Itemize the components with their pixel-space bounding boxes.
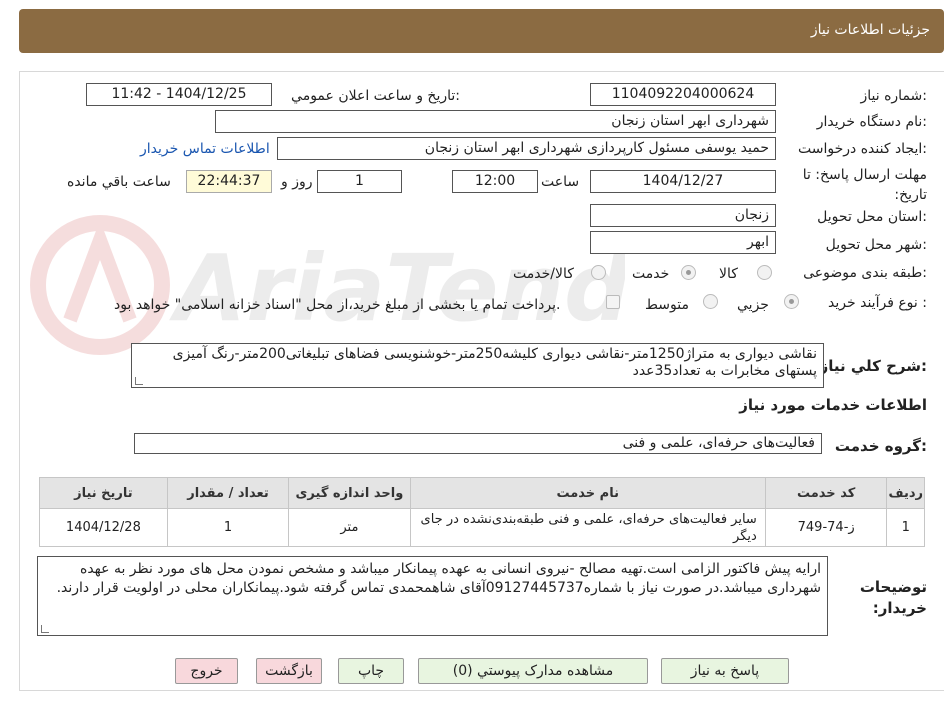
- process-option-minor-label: جزيي: [737, 297, 769, 313]
- services-table-header: رديف کد خدمت نام خدمت واحد اندازه گيری ت…: [39, 477, 925, 509]
- announce-label: تاریخ و ساعت اعلان عمومي:: [291, 88, 460, 104]
- col-service-code: کد خدمت: [764, 477, 888, 509]
- cell-need-date: 1404/12/28: [39, 508, 168, 547]
- need-number-field: 1104092204000624: [590, 83, 776, 106]
- services-table: رديف کد خدمت نام خدمت واحد اندازه گيری ت…: [39, 477, 925, 547]
- exit-button[interactable]: خروج: [175, 658, 238, 684]
- remaining-days-field: 1: [317, 170, 402, 193]
- buyer-notes-textarea[interactable]: ارایه پیش فاکتور الزامی است.تهیه مصالح -…: [37, 556, 828, 636]
- city-field: ابهر: [590, 231, 776, 254]
- col-row-number: رديف: [886, 477, 925, 509]
- process-option-medium-label: متوسط: [645, 297, 689, 313]
- process-minor-radio[interactable]: [784, 294, 799, 309]
- col-unit: واحد اندازه گيری: [288, 477, 411, 509]
- buyer-org-label: نام دستگاه خريدار:: [816, 114, 927, 130]
- category-both-radio[interactable]: [591, 265, 606, 280]
- treasury-payment-note: پرداخت تمام یا بخشی از مبلغ خرید،از محل …: [114, 297, 561, 313]
- remaining-time-label: ساعت باقي مانده: [67, 174, 171, 190]
- services-section-title: اطلاعات خدمات مورد نياز: [739, 396, 927, 414]
- category-option-service-label: خدمت: [632, 266, 670, 282]
- days-label: روز و: [281, 174, 313, 190]
- summary-label: شرح كلي نياز:: [819, 357, 927, 375]
- cell-service-name: سایر فعالیت‌های حرفه‌ای، علمی و فنی طبقه…: [409, 508, 766, 547]
- col-service-name: نام خدمت: [409, 477, 766, 509]
- requester-field: حمید یوسفی مسئول کارپردازی شهرداری ابهر …: [277, 137, 776, 160]
- category-label: طبقه بندی موضوعی:: [803, 265, 927, 281]
- category-goods-radio[interactable]: [757, 265, 772, 280]
- deadline-time-field: 12:00: [452, 170, 538, 193]
- deadline-label: مهلت ارسال پاسخ: تا تاريخ:: [802, 167, 927, 203]
- cell-row-number: 1: [886, 508, 925, 547]
- category-service-radio[interactable]: [681, 265, 696, 280]
- print-button[interactable]: چاپ: [338, 658, 404, 684]
- summary-text: نقاشی دیواری به متراژ1250متر-نقاشی دیوار…: [172, 346, 817, 379]
- category-option-goods-label: کالا: [719, 266, 738, 282]
- remaining-time-field: 22:44:37: [186, 170, 272, 193]
- view-attachments-button[interactable]: مشاهده مدارک پيوستي (0): [418, 658, 648, 684]
- buyer-org-field: شهرداری ابهر استان زنجان: [215, 110, 776, 133]
- announce-datetime-field: 1404/12/25 - 11:42: [86, 83, 272, 106]
- process-medium-radio[interactable]: [703, 294, 718, 309]
- need-number-label: شماره نیاز:: [860, 88, 927, 104]
- deadline-time-label: ساعت: [541, 174, 580, 190]
- page-title: جزئیات اطلاعات نیاز: [810, 22, 930, 38]
- deadline-date-field: 1404/12/27: [590, 170, 776, 193]
- buyer-notes-label: توضيحات خريدار:: [859, 578, 927, 617]
- table-row: 1 ز-74-749 سایر فعالیت‌های حرفه‌ای، علمی…: [39, 508, 925, 547]
- city-label: شهر محل تحويل:: [825, 237, 927, 253]
- page-header: جزئیات اطلاعات نیاز: [19, 9, 944, 53]
- buyer-notes-text: ارایه پیش فاکتور الزامی است.تهیه مصالح -…: [56, 561, 821, 596]
- process-label: نوع فرآيند خريد :: [828, 295, 927, 311]
- service-group-label: گروه خدمت:: [834, 437, 927, 455]
- province-field: زنجان: [590, 204, 776, 227]
- cell-unit: متر: [288, 508, 411, 547]
- col-need-date: تاريخ نياز: [39, 477, 168, 509]
- col-quantity: تعداد / مقدار: [166, 477, 290, 509]
- reply-button[interactable]: پاسخ به نياز: [661, 658, 789, 684]
- cell-service-code: ز-74-749: [764, 508, 888, 547]
- treasury-payment-checkbox[interactable]: [606, 295, 620, 309]
- category-option-both-label: کالا/خدمت: [513, 266, 574, 282]
- resize-grip-icon[interactable]: [41, 625, 49, 633]
- requester-label: ايجاد کننده درخواست:: [798, 141, 927, 157]
- buyer-contact-link[interactable]: اطلاعات تماس خريدار: [140, 141, 270, 157]
- summary-textarea[interactable]: نقاشی دیواری به متراژ1250متر-نقاشی دیوار…: [131, 343, 824, 388]
- cell-quantity: 1: [166, 508, 290, 547]
- service-group-field: فعالیت‌های حرفه‌ای، علمی و فنی: [134, 433, 822, 454]
- back-button[interactable]: بازگشت: [256, 658, 322, 684]
- resize-grip-icon[interactable]: [135, 377, 143, 385]
- province-label: استان محل تحويل:: [817, 209, 927, 225]
